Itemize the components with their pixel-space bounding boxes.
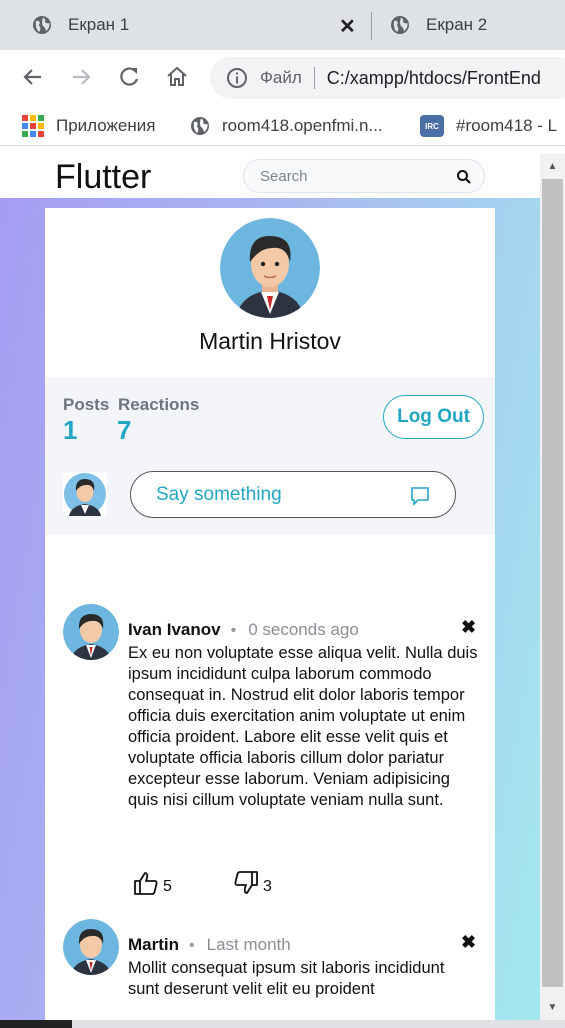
- post-time: 0 seconds ago: [248, 620, 359, 639]
- scroll-down-arrow[interactable]: ▼: [540, 995, 565, 1020]
- reload-icon[interactable]: [116, 64, 142, 90]
- delete-icon[interactable]: ✖: [461, 933, 477, 951]
- stat-labels: Posts Reactions: [63, 395, 199, 415]
- post-time: Last month: [206, 935, 291, 954]
- avatar: [63, 472, 107, 516]
- search-icon[interactable]: [456, 169, 472, 185]
- post-body: Mollit consequat ipsum sit laboris incid…: [128, 959, 445, 998]
- info-icon[interactable]: [226, 67, 248, 89]
- bookmark-label: room418.openfmi.n...: [222, 116, 383, 135]
- bookmark-apps[interactable]: Приложения: [22, 114, 155, 138]
- post-author[interactable]: Martin: [128, 935, 179, 955]
- reactions-count: 7: [117, 415, 132, 445]
- posts-count: 1: [63, 415, 78, 445]
- globe-icon: [191, 117, 209, 135]
- page-viewport: Flutter Search Martin Hristov Posts Reac…: [0, 154, 540, 1020]
- vertical-scrollbar[interactable]: ▲ ▼: [540, 154, 565, 1020]
- avatar: [220, 218, 320, 318]
- scroll-thumb[interactable]: [542, 179, 563, 987]
- irc-icon: IRC: [420, 115, 444, 137]
- composer-input[interactable]: Say something: [130, 471, 456, 518]
- forward-icon[interactable]: [68, 64, 94, 90]
- logout-button[interactable]: Log Out: [383, 395, 484, 439]
- thumbs-up-icon: [134, 872, 158, 895]
- address-scheme: Файл: [260, 68, 302, 87]
- back-icon[interactable]: [20, 64, 46, 90]
- tab-title: Екран 2: [426, 15, 488, 34]
- composer-placeholder: Say something: [156, 484, 282, 505]
- browser-toolbar: Файл C:/xampp/htdocs/FrontEnd: [0, 50, 565, 106]
- bottom-strip: [0, 1020, 565, 1028]
- bookmarks-bar: Приложения room418.openfmi.n... IRC #roo…: [0, 106, 565, 146]
- address-divider: [313, 67, 315, 89]
- profile-card: Martin Hristov Posts Reactions 1 7 Log O…: [45, 208, 495, 1020]
- globe-icon: [33, 16, 51, 34]
- taskbar-edge: [0, 1020, 72, 1028]
- tab-screen-2[interactable]: Екран 2: [390, 0, 565, 50]
- globe-icon: [391, 16, 409, 34]
- dislike-count: 3: [263, 878, 272, 895]
- profile-name: Martin Hristov: [199, 328, 341, 354]
- reactions-label: Reactions: [118, 395, 200, 414]
- bookmark-irc[interactable]: IRC #room418 - L: [420, 114, 557, 138]
- tab-strip: Екран 1 ✕ Екран 2: [0, 0, 565, 50]
- post-header: Ivan Ivanov • 0 seconds ago: [128, 620, 359, 640]
- like-count: 5: [163, 878, 172, 895]
- separator-dot: •: [189, 937, 195, 954]
- bookmark-room418[interactable]: room418.openfmi.n...: [190, 114, 383, 138]
- thumbs-down-icon: [234, 871, 258, 894]
- delete-icon[interactable]: ✖: [461, 618, 477, 636]
- home-icon[interactable]: [164, 64, 190, 90]
- avatar: [63, 604, 119, 660]
- tab-screen-1[interactable]: Екран 1: [32, 0, 362, 50]
- address-url[interactable]: C:/xampp/htdocs/FrontEnd: [327, 68, 541, 89]
- address-bar[interactable]: Файл C:/xampp/htdocs/FrontEnd: [210, 57, 565, 99]
- post-body: Ex eu non voluptate esse aliqua velit. N…: [128, 644, 478, 809]
- tab-divider: [371, 12, 372, 40]
- app-header: Flutter Search: [0, 154, 540, 198]
- scroll-up-arrow[interactable]: ▲: [540, 154, 565, 179]
- like-button[interactable]: 5: [133, 870, 172, 896]
- search-placeholder: Search: [260, 168, 308, 185]
- post-header: Martin • Last month: [128, 935, 291, 955]
- tab-title: Екран 1: [68, 15, 130, 34]
- avatar: [63, 919, 119, 975]
- chat-icon[interactable]: [410, 486, 430, 506]
- dislike-button[interactable]: 3: [233, 870, 272, 896]
- search-input[interactable]: Search: [243, 159, 485, 193]
- post-author[interactable]: Ivan Ivanov: [128, 620, 221, 640]
- close-icon[interactable]: ✕: [339, 14, 356, 39]
- bookmark-label: #room418 - L: [456, 116, 558, 135]
- stats-panel: Posts Reactions 1 7 Log Out Say somethin…: [45, 377, 495, 535]
- apps-icon: [22, 115, 44, 137]
- app-logo[interactable]: Flutter: [55, 158, 151, 197]
- separator-dot: •: [230, 622, 237, 639]
- bookmark-label: Приложения: [56, 116, 156, 135]
- posts-label: Posts: [63, 395, 110, 414]
